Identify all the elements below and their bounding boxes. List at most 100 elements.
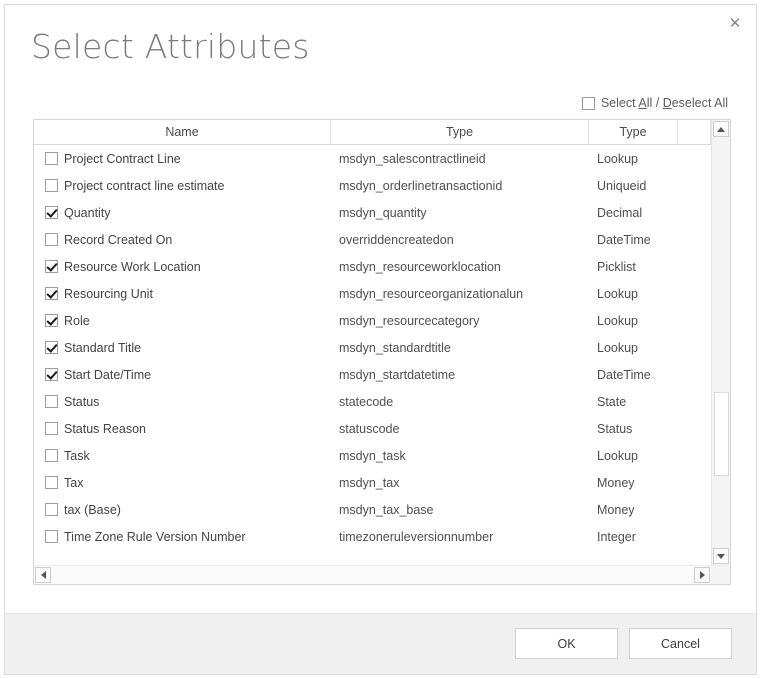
cell-name: tax (Base) xyxy=(34,496,331,523)
table-row[interactable]: Tax msdyn_taxMoney xyxy=(34,469,711,496)
row-checkbox[interactable] xyxy=(45,422,58,435)
select-all-checkbox-row[interactable]: Select All / Deselect All xyxy=(582,96,728,110)
cell-name: Tax xyxy=(34,469,331,496)
attribute-name-label: Resourcing Unit xyxy=(64,287,153,301)
table-row[interactable]: Role msdyn_resourcecategoryLookup xyxy=(34,307,711,334)
cell-name: Resource Work Location xyxy=(34,253,331,280)
cell-data-type: Status xyxy=(589,415,678,442)
scroll-left-button[interactable] xyxy=(35,567,51,583)
cell-name: Project Contract Line xyxy=(34,145,331,172)
cell-logical-name: msdyn_salescontractlineid xyxy=(331,145,589,172)
row-checkbox[interactable] xyxy=(45,395,58,408)
cell-name: Start Date/Time xyxy=(34,361,331,388)
row-checkbox[interactable] xyxy=(45,233,58,246)
triangle-right-icon xyxy=(700,571,705,579)
cell-name: Quantity xyxy=(34,199,331,226)
row-checkbox[interactable] xyxy=(45,368,58,381)
row-checkbox[interactable] xyxy=(45,503,58,516)
row-checkbox[interactable] xyxy=(45,449,58,462)
cell-data-type: Money xyxy=(589,496,678,523)
cell-name: Status xyxy=(34,388,331,415)
cell-data-type: DateTime xyxy=(589,361,678,388)
row-checkbox[interactable] xyxy=(45,179,58,192)
attribute-name-label: Standard Title xyxy=(64,341,141,355)
attribute-name-label: Start Date/Time xyxy=(64,368,151,382)
cell-name: Standard Title xyxy=(34,334,331,361)
scrollbar-corner xyxy=(711,566,730,585)
cell-logical-name: msdyn_orderlinetransactionid xyxy=(331,172,589,199)
cell-data-type: Money xyxy=(589,469,678,496)
table-row[interactable]: tax (Base) msdyn_tax_baseMoney xyxy=(34,496,711,523)
cell-logical-name: msdyn_standardtitle xyxy=(331,334,589,361)
attribute-name-label: Record Created On xyxy=(64,233,172,247)
cell-logical-name: statuscode xyxy=(331,415,589,442)
table-row[interactable]: Time Zone Rule Version Numbertimezonerul… xyxy=(34,523,711,550)
close-icon[interactable]: ✕ xyxy=(722,11,748,35)
cell-logical-name: msdyn_resourceorganizationalun xyxy=(331,280,589,307)
row-checkbox[interactable] xyxy=(45,260,58,273)
cancel-button[interactable]: Cancel xyxy=(629,628,732,659)
attribute-name-label: Status xyxy=(64,395,99,409)
attribute-name-label: Status Reason xyxy=(64,422,146,436)
attribute-name-label: tax (Base) xyxy=(64,503,121,517)
triangle-left-icon xyxy=(41,571,46,579)
table-row[interactable]: Quantitymsdyn_quantityDecimal xyxy=(34,199,711,226)
cell-logical-name: timezoneruleversionnumber xyxy=(331,523,589,550)
select-all-label: Select All / Deselect All xyxy=(601,96,728,110)
grid-header-row: Name Type Type xyxy=(34,120,730,145)
cell-name: Status Reason xyxy=(34,415,331,442)
attributes-grid: Name Type Type Project Contract Line msdy… xyxy=(33,119,731,585)
ok-button[interactable]: OK xyxy=(515,628,618,659)
attribute-name-label: Tax xyxy=(64,476,83,490)
cell-data-type: DateTime xyxy=(589,226,678,253)
table-row[interactable]: Record Created OnoverriddencreatedonDate… xyxy=(34,226,711,253)
row-checkbox[interactable] xyxy=(45,287,58,300)
table-row[interactable]: Project contract line estimate msdyn_orde… xyxy=(34,172,711,199)
cell-logical-name: msdyn_startdatetime xyxy=(331,361,589,388)
attribute-name-label: Project Contract Line xyxy=(64,152,181,166)
select-attributes-dialog: ✕ Select Attributes Select All / Deselec… xyxy=(4,4,757,675)
row-checkbox[interactable] xyxy=(45,530,58,543)
cell-logical-name: msdyn_tax xyxy=(331,469,589,496)
cell-logical-name: msdyn_resourcecategory xyxy=(331,307,589,334)
cell-data-type: Lookup xyxy=(589,145,678,172)
table-row[interactable]: Status Reason statuscodeStatus xyxy=(34,415,711,442)
column-header-type[interactable]: Type xyxy=(589,120,678,144)
cell-name: Resourcing Unit xyxy=(34,280,331,307)
scroll-up-button[interactable] xyxy=(713,121,729,137)
column-header-blank[interactable] xyxy=(678,120,711,144)
cell-name: Task xyxy=(34,442,331,469)
attribute-name-label: Resource Work Location xyxy=(64,260,201,274)
column-header-logical[interactable]: Type xyxy=(331,120,589,144)
page-title: Select Attributes xyxy=(31,27,310,66)
cell-logical-name: statecode xyxy=(331,388,589,415)
row-checkbox[interactable] xyxy=(45,206,58,219)
select-all-checkbox[interactable] xyxy=(582,97,595,110)
vertical-scrollbar[interactable] xyxy=(711,120,730,565)
cell-data-type: Uniqueid xyxy=(589,172,678,199)
cell-data-type: Lookup xyxy=(589,307,678,334)
table-row[interactable]: Resource Work Location msdyn_resourcework… xyxy=(34,253,711,280)
table-row[interactable]: Standard Titlemsdyn_standardtitleLookup xyxy=(34,334,711,361)
row-checkbox[interactable] xyxy=(45,341,58,354)
scroll-down-button[interactable] xyxy=(713,548,729,564)
table-row[interactable]: Taskmsdyn_taskLookup xyxy=(34,442,711,469)
table-row[interactable]: StatusstatecodeState xyxy=(34,388,711,415)
table-row[interactable]: Resourcing Unit msdyn_resourceorganizatio… xyxy=(34,280,711,307)
cell-logical-name: msdyn_tax_base xyxy=(331,496,589,523)
column-header-name[interactable]: Name xyxy=(34,120,331,144)
scroll-right-button[interactable] xyxy=(694,567,710,583)
triangle-up-icon xyxy=(717,127,725,132)
table-row[interactable]: Project Contract Line msdyn_salescontract… xyxy=(34,145,711,172)
table-row[interactable]: Start Date/Time msdyn_startdatetimeDateTi… xyxy=(34,361,711,388)
row-checkbox[interactable] xyxy=(45,476,58,489)
vertical-scrollbar-thumb[interactable] xyxy=(714,392,729,476)
cell-logical-name: msdyn_resourceworklocation xyxy=(331,253,589,280)
attribute-name-label: Role xyxy=(64,314,90,328)
cell-data-type: Lookup xyxy=(589,280,678,307)
attribute-name-label: Project contract line estimate xyxy=(64,179,225,193)
horizontal-scrollbar[interactable] xyxy=(34,565,730,584)
row-checkbox[interactable] xyxy=(45,314,58,327)
row-checkbox[interactable] xyxy=(45,152,58,165)
attribute-name-label: Task xyxy=(64,449,90,463)
